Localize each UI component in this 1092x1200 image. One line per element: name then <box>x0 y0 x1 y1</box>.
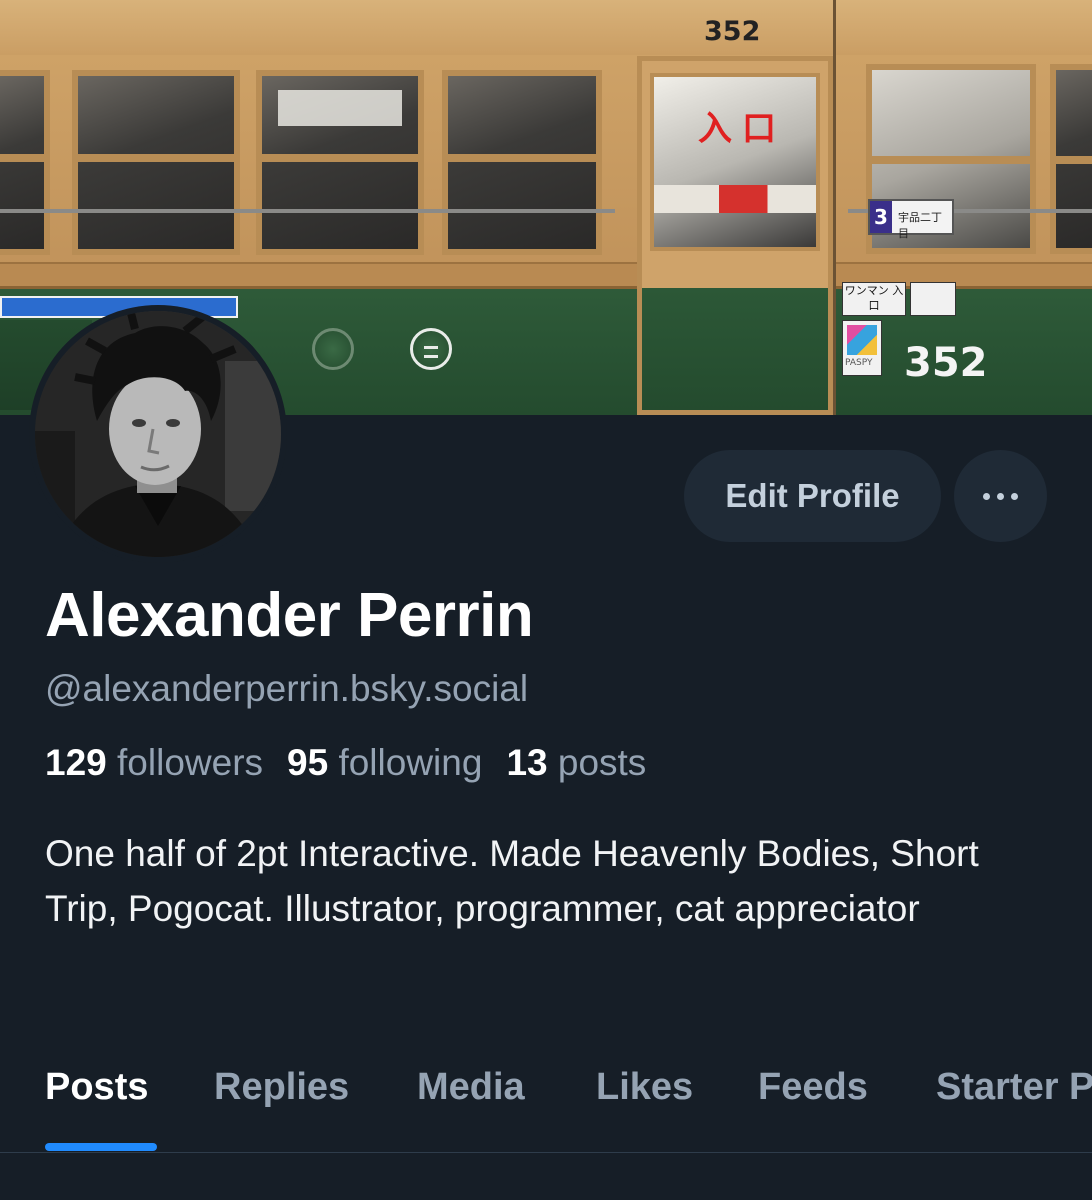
banner-stop-sign-text: 宇品二丁目 <box>898 211 942 240</box>
profile-tabs: Posts Replies Media Likes Feeds Starter … <box>0 1050 1092 1152</box>
posts-label: posts <box>557 742 647 783</box>
tabs-divider <box>0 1152 1092 1153</box>
edit-profile-button[interactable]: Edit Profile <box>684 450 941 542</box>
banner-tram-number-bottom: 352 <box>904 340 988 386</box>
followers-count: 129 <box>45 742 107 783</box>
profile-bio: One half of 2pt Interactive. Made Heaven… <box>45 833 979 929</box>
banner-tram-roof <box>0 0 1092 60</box>
more-options-button[interactable] <box>954 450 1047 542</box>
banner-notice-plate <box>910 282 956 316</box>
banner-door-gap <box>833 0 836 415</box>
banner-tram-window <box>72 70 240 255</box>
following-link[interactable]: 95 following <box>287 742 482 783</box>
banner-grab-rail <box>0 209 615 213</box>
banner-tram-window <box>256 70 424 255</box>
avatar[interactable] <box>35 311 281 557</box>
followers-link[interactable]: 129 followers <box>45 742 263 783</box>
banner-tram-emblem <box>410 328 452 370</box>
banner-paspy-sign: PASPY <box>842 320 882 376</box>
following-count: 95 <box>287 742 329 783</box>
ellipsis-icon <box>983 492 1018 500</box>
tab-media[interactable]: Media <box>417 1062 525 1112</box>
banner-entrance-sign: 入口 <box>698 109 786 149</box>
tab-posts[interactable]: Posts <box>45 1062 148 1112</box>
tab-feeds[interactable]: Feeds <box>758 1062 868 1112</box>
banner-tram-window <box>0 70 50 255</box>
profile-page: 入口 352 3 宇品二丁目 ワンマン 入口 PASPY 352 Edit Pr… <box>0 0 1092 1200</box>
tab-likes[interactable]: Likes <box>596 1062 693 1112</box>
banner-paspy-label: PASPY <box>845 358 873 368</box>
posts-stat: 13 posts <box>506 742 646 783</box>
tab-replies[interactable]: Replies <box>214 1062 349 1112</box>
posts-count: 13 <box>506 742 548 783</box>
profile-stats: 129 followers 95 following 13 posts <box>45 738 646 788</box>
banner-tram-emblem <box>312 328 354 370</box>
banner-tram-window <box>1050 64 1092 254</box>
banner-stop-sign-number: 3 <box>870 201 892 233</box>
following-label: following <box>338 742 483 783</box>
banner-tram-number-top: 352 <box>704 16 761 47</box>
tab-starter-packs[interactable]: Starter Packs <box>936 1062 1092 1112</box>
banner-wanman-sign: ワンマン 入口 <box>842 282 906 316</box>
profile-handle: @alexanderperrin.bsky.social <box>45 668 529 709</box>
active-tab-indicator <box>45 1143 157 1151</box>
followers-label: followers <box>117 742 264 783</box>
avatar-portrait <box>35 311 281 557</box>
banner-stop-sign: 3 宇品二丁目 <box>868 199 954 240</box>
banner-tram-window <box>442 70 602 255</box>
banner-tram-door: 入口 <box>637 56 833 415</box>
display-name: Alexander Perrin <box>45 581 534 650</box>
